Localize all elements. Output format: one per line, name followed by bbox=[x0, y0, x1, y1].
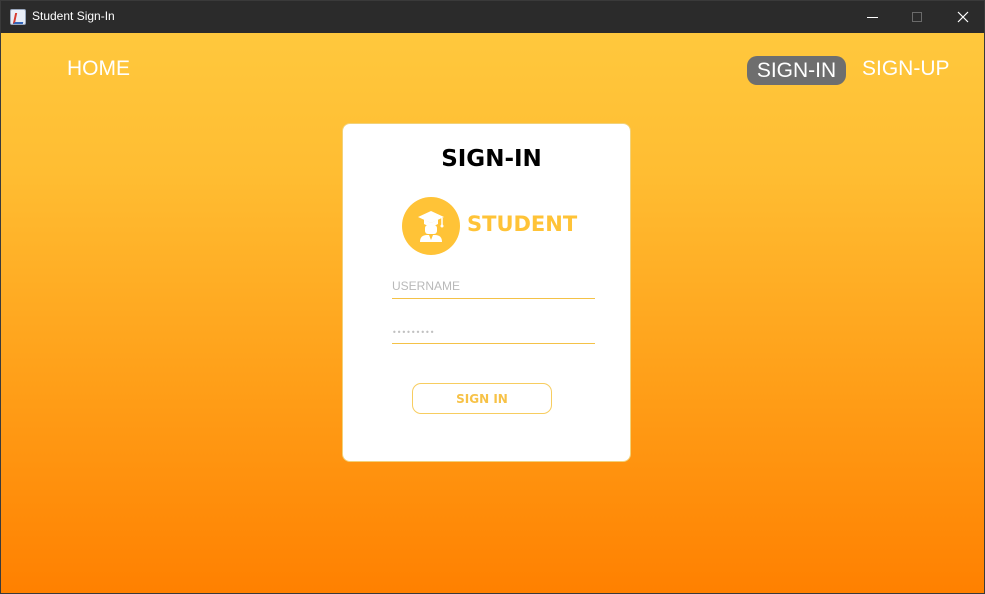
password-input[interactable] bbox=[392, 320, 595, 344]
java-app-icon bbox=[10, 9, 26, 25]
close-icon bbox=[957, 11, 969, 23]
nav-signin-link[interactable]: SIGN-IN bbox=[747, 56, 846, 85]
window-title: Student Sign-In bbox=[32, 9, 115, 23]
app-window: Student Sign-In HOME SIGN-IN SIGN-UP SIG… bbox=[0, 0, 985, 594]
close-button[interactable] bbox=[940, 1, 984, 33]
signin-card: SIGN-IN STUDENT ••••••••• bbox=[342, 123, 631, 462]
maximize-icon bbox=[912, 12, 922, 22]
username-input[interactable] bbox=[392, 275, 595, 299]
title-bar[interactable]: Student Sign-In bbox=[1, 1, 984, 33]
nav-signup-link[interactable]: SIGN-UP bbox=[862, 57, 950, 81]
minimize-button[interactable] bbox=[849, 1, 895, 33]
nav-home-link[interactable]: HOME bbox=[67, 57, 130, 81]
minimize-icon bbox=[866, 16, 878, 18]
graduate-student-icon bbox=[402, 197, 460, 255]
signin-button[interactable]: SIGN IN bbox=[412, 383, 552, 414]
maximize-button[interactable] bbox=[894, 1, 940, 33]
role-label: STUDENT bbox=[467, 212, 578, 236]
main-content: HOME SIGN-IN SIGN-UP SIGN-IN STUDENT USE… bbox=[1, 33, 984, 593]
card-title: SIGN-IN bbox=[441, 146, 542, 172]
